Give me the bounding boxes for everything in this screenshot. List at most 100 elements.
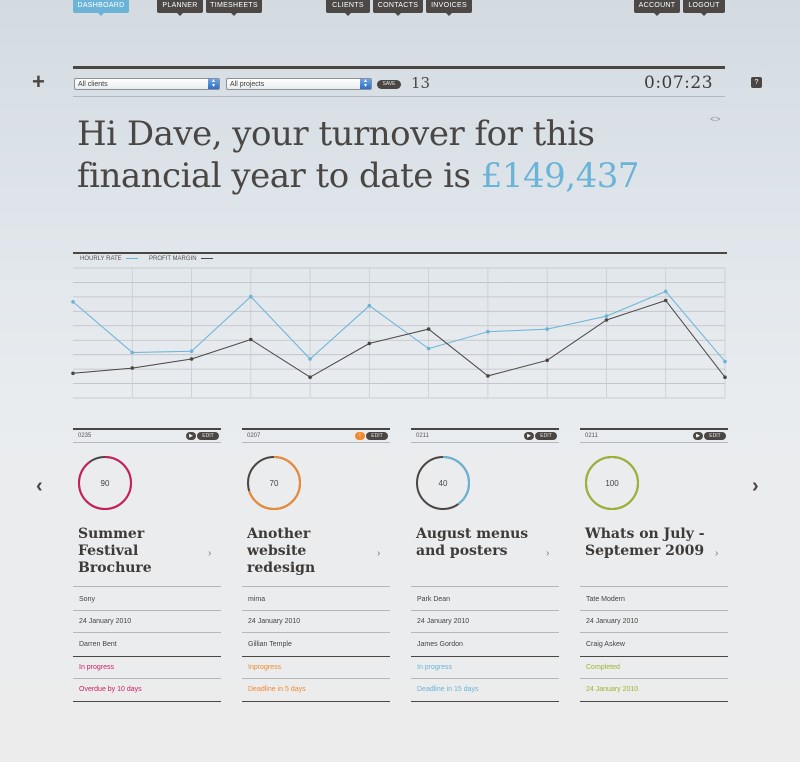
project-card[interactable]: 0211 ▶ EDIT 100 Whats on July -Septemer 2009… bbox=[580, 428, 728, 708]
chart-point bbox=[249, 337, 253, 342]
play-icon[interactable]: ▶ bbox=[693, 432, 703, 440]
progress-value: 90 bbox=[101, 479, 110, 488]
chart-point bbox=[604, 314, 609, 318]
card-divider bbox=[580, 656, 728, 657]
chevron-right-icon[interactable]: › bbox=[208, 548, 211, 559]
progress-value: 100 bbox=[605, 479, 619, 488]
card-divider bbox=[242, 632, 390, 633]
card-divider bbox=[242, 610, 390, 611]
card-top-rule bbox=[73, 428, 221, 430]
project-date: 24 January 2010 bbox=[586, 618, 639, 625]
status-text: Completed bbox=[586, 664, 620, 671]
card-divider bbox=[580, 678, 728, 679]
card-top-rule bbox=[411, 428, 559, 430]
chart-point bbox=[663, 289, 668, 294]
chart-point bbox=[723, 375, 727, 380]
client-name: Park Dean bbox=[417, 596, 451, 603]
card-top-rule bbox=[580, 428, 728, 430]
chart-point bbox=[308, 375, 312, 380]
contact-name: Darren Bent bbox=[79, 641, 117, 648]
project-date: 24 January 2010 bbox=[417, 618, 470, 625]
card-divider bbox=[73, 610, 221, 611]
status-text: In progress bbox=[79, 664, 115, 671]
deadline-text: Deadline in 5 days bbox=[248, 686, 306, 693]
chart-point bbox=[486, 329, 490, 334]
turnover-line-chart bbox=[71, 267, 727, 399]
card-divider bbox=[242, 656, 390, 657]
card-divider bbox=[411, 610, 559, 611]
chart-point bbox=[426, 346, 431, 351]
deadline-text: 24 January 2010 bbox=[586, 686, 639, 693]
card-divider bbox=[411, 678, 559, 679]
card-bottom-rule bbox=[580, 701, 728, 702]
chart-point bbox=[367, 341, 372, 346]
project-card[interactable]: 0207! EDIT 70 Another website redesign › mima… bbox=[242, 428, 390, 708]
project-title[interactable]: Another website redesign bbox=[247, 526, 372, 577]
project-card[interactable]: 0211 ▶ EDIT 40 August menus and posters › Park… bbox=[411, 428, 559, 708]
card-divider bbox=[411, 442, 559, 443]
project-id: 0211 bbox=[585, 433, 598, 439]
progress-ring: 100 bbox=[585, 456, 639, 510]
chevron-right-icon[interactable]: › bbox=[546, 548, 549, 559]
project-date: 24 January 2010 bbox=[248, 618, 301, 625]
chart-point bbox=[71, 300, 75, 304]
progress-ring: 40 bbox=[416, 456, 470, 510]
chart-point bbox=[545, 327, 549, 331]
chart-point bbox=[189, 357, 194, 361]
chart-point bbox=[130, 350, 135, 355]
client-name: Sony bbox=[79, 596, 95, 603]
play-icon[interactable]: ▶ bbox=[186, 432, 196, 440]
chart-point bbox=[545, 358, 549, 363]
next-arrow-icon[interactable]: › bbox=[752, 476, 759, 496]
card-divider bbox=[580, 442, 728, 443]
project-title[interactable]: Whats on July -Septemer 2009 bbox=[585, 526, 710, 560]
status-text: In progress bbox=[417, 664, 453, 671]
card-bottom-rule bbox=[73, 701, 221, 702]
chart-point bbox=[663, 298, 668, 303]
project-title[interactable]: August menus and posters bbox=[416, 526, 541, 560]
chart-point bbox=[308, 357, 312, 361]
chart-series-line bbox=[72, 299, 726, 378]
edit-button[interactable]: EDIT bbox=[535, 432, 557, 440]
project-title[interactable]: Summer Festival Brochure bbox=[78, 526, 203, 577]
card-divider bbox=[73, 678, 221, 679]
edit-button[interactable]: EDIT bbox=[366, 432, 388, 440]
deadline-text: Overdue by 10 days bbox=[79, 686, 142, 693]
contact-name: Gillian Temple bbox=[248, 641, 292, 648]
chevron-right-icon[interactable]: › bbox=[377, 548, 380, 559]
progress-value: 70 bbox=[270, 479, 279, 488]
alert-icon[interactable]: ! bbox=[355, 432, 365, 440]
edit-button[interactable]: EDIT bbox=[197, 432, 219, 440]
project-id: 0235 bbox=[78, 433, 92, 439]
card-bottom-rule bbox=[411, 701, 559, 702]
client-name: Tate Modern bbox=[586, 596, 625, 603]
edit-button[interactable]: EDIT bbox=[704, 432, 726, 440]
card-divider bbox=[242, 586, 390, 587]
card-top-rule bbox=[242, 428, 390, 430]
chart-point bbox=[367, 303, 372, 308]
deadline-text: Deadline in 15 days bbox=[417, 686, 479, 693]
card-divider bbox=[73, 656, 221, 657]
contact-name: Craig Askew bbox=[586, 641, 625, 648]
card-divider bbox=[580, 632, 728, 633]
card-divider bbox=[242, 678, 390, 679]
chart-series-line bbox=[72, 290, 726, 362]
card-divider bbox=[411, 656, 559, 657]
card-divider bbox=[73, 632, 221, 633]
chart-point bbox=[130, 366, 135, 370]
project-id: 0207 bbox=[247, 433, 261, 439]
card-divider bbox=[73, 442, 221, 443]
chart-point bbox=[426, 327, 431, 331]
chart-point bbox=[249, 294, 253, 299]
card-divider bbox=[580, 586, 728, 587]
prev-arrow-icon[interactable]: ‹ bbox=[36, 476, 43, 496]
progress-value: 40 bbox=[439, 479, 448, 488]
play-icon[interactable]: ▶ bbox=[524, 432, 534, 440]
card-divider bbox=[411, 586, 559, 587]
project-id: 0211 bbox=[416, 433, 429, 439]
project-card[interactable]: 0235 ▶ EDIT 90 Summer Festival Brochure › Sony… bbox=[73, 428, 221, 708]
progress-ring: 90 bbox=[78, 456, 132, 510]
project-date: 24 January 2010 bbox=[79, 618, 132, 625]
contact-name: James Gordon bbox=[417, 641, 463, 648]
chevron-right-icon[interactable]: › bbox=[715, 548, 718, 559]
